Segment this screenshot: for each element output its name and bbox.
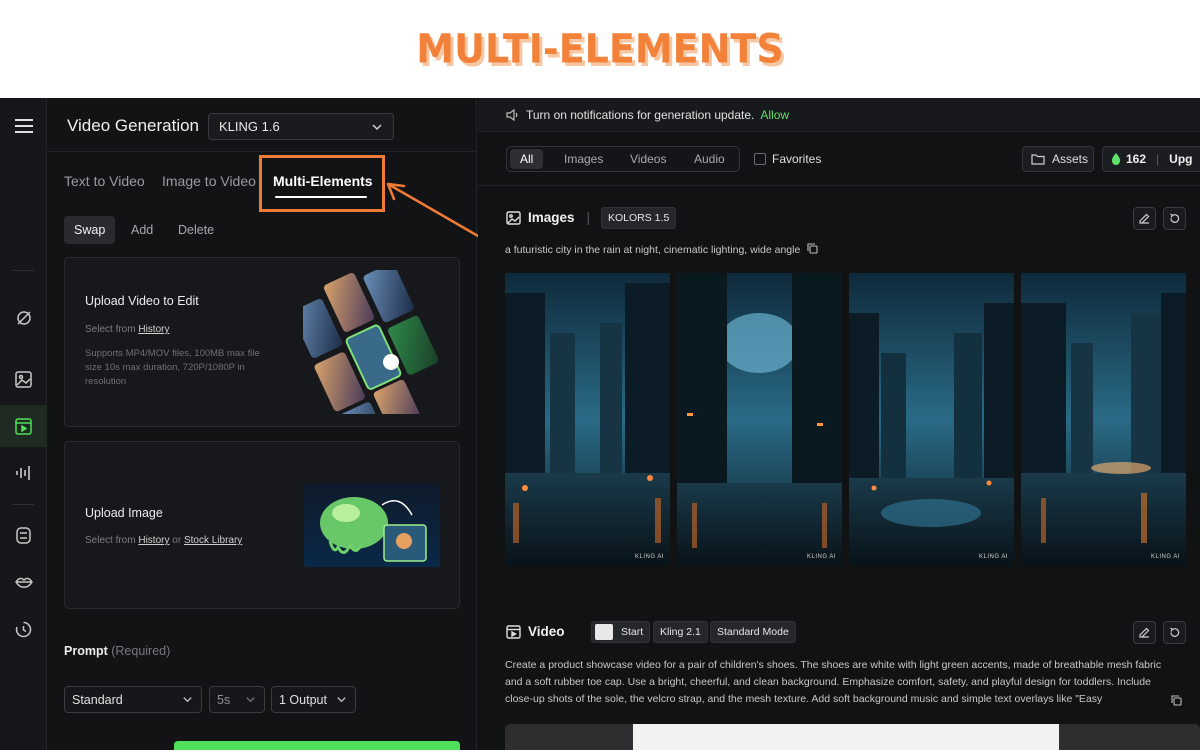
video-prompt: Create a product showcase video for a pa…	[505, 659, 1162, 705]
generated-image-1[interactable]: KLING AI	[505, 273, 670, 566]
pencil-icon	[1139, 213, 1150, 224]
video-mode-badge: Standard Mode	[710, 621, 796, 643]
upgrade-link[interactable]: Upg	[1169, 152, 1192, 166]
credit-drop-icon	[1111, 153, 1121, 165]
tab-image-to-video[interactable]: Image to Video	[162, 173, 256, 189]
video-model-badge: Kling 2.1	[653, 621, 708, 643]
avatar-frame-icon[interactable]	[0, 514, 47, 556]
pencil-icon	[1139, 627, 1150, 638]
filter-audio[interactable]: Audio	[684, 149, 735, 169]
allow-notifications-link[interactable]: Allow	[760, 108, 789, 122]
upload-video-source: Select from History	[85, 324, 170, 335]
model-badge: KOLORS 1.5	[601, 207, 677, 229]
upload-video-card[interactable]: Upload Video to Edit Select from History…	[64, 257, 460, 427]
history-link[interactable]: History	[138, 535, 169, 546]
watermark: KLING AI	[806, 554, 836, 560]
watermark: KLING AI	[978, 554, 1008, 560]
image-icon	[506, 210, 521, 225]
results-area: Turn on notifications for generation upd…	[478, 98, 1200, 750]
refresh-icon	[1170, 627, 1180, 637]
start-frame-badge: Start	[591, 621, 651, 643]
generated-image-3[interactable]: KLING AI	[849, 273, 1014, 566]
edit-button[interactable]	[1133, 207, 1156, 230]
watermark: KLING AI	[634, 554, 664, 560]
swap-button[interactable]: Swap	[64, 216, 116, 244]
model-select[interactable]: KLING 1.6	[208, 113, 394, 140]
video-preview[interactable]	[505, 724, 1200, 750]
duration-select[interactable]: 5s	[209, 686, 265, 713]
panel-title: Video Generation	[67, 116, 200, 135]
media-filter: All Images Videos Audio	[506, 146, 740, 172]
regenerate-button[interactable]	[1163, 621, 1186, 644]
credits-count: 162	[1126, 152, 1147, 166]
assets-button[interactable]: Assets	[1022, 146, 1094, 172]
icon-rail	[0, 98, 47, 750]
magic-brush-icon[interactable]	[0, 297, 47, 339]
image-prompt: a futuristic city in the rain at night, …	[505, 243, 818, 256]
tab-text-to-video[interactable]: Text to Video	[64, 173, 145, 189]
chevron-down-icon	[372, 124, 382, 131]
mode-select[interactable]: Standard	[64, 686, 202, 713]
prompt-label: Prompt (Required)	[64, 644, 171, 658]
stock-library-link[interactable]: Stock Library	[184, 535, 242, 546]
credits-display[interactable]: 162 | Upg	[1102, 146, 1200, 172]
page-banner: MULTI-ELEMENTS	[0, 0, 1200, 98]
edit-button[interactable]	[1133, 621, 1156, 644]
upload-video-title: Upload Video to Edit	[85, 294, 199, 308]
upload-video-illustration	[303, 270, 443, 414]
copy-icon[interactable]	[807, 243, 818, 254]
add-button[interactable]: Add	[121, 216, 163, 244]
notification-text: Turn on notifications for generation upd…	[526, 107, 755, 122]
copy-icon[interactable]	[1171, 695, 1182, 706]
app-window: Video Generation KLING 1.6 Text to Video…	[0, 98, 1200, 750]
notification-bar: Turn on notifications for generation upd…	[478, 98, 1200, 132]
refresh-icon	[1170, 213, 1180, 223]
delete-button[interactable]: Delete	[168, 216, 224, 244]
filter-images[interactable]: Images	[554, 149, 613, 169]
filter-all[interactable]: All	[510, 149, 544, 169]
video-section-title: Video	[506, 624, 565, 639]
start-frame-thumbnail	[595, 624, 613, 640]
regenerate-button[interactable]	[1163, 207, 1186, 230]
images-section-title: Images |	[506, 210, 590, 225]
generate-button[interactable]	[174, 741, 460, 750]
chevron-down-icon	[183, 697, 192, 703]
folder-icon	[1031, 154, 1045, 165]
speaker-icon	[506, 108, 518, 121]
video-icon[interactable]	[0, 405, 47, 447]
image-icon[interactable]	[0, 358, 47, 400]
model-select-value: KLING 1.6	[219, 119, 280, 134]
output-count-select[interactable]: 1 Output	[271, 686, 356, 713]
upload-image-source: Select from History or Stock Library	[85, 535, 243, 546]
highlight-box	[259, 155, 385, 212]
chevron-down-icon	[337, 697, 346, 703]
history-link[interactable]: History	[138, 324, 169, 335]
banner-title: MULTI-ELEMENTS	[416, 25, 784, 73]
upload-image-illustration	[304, 483, 440, 567]
favorites-checkbox[interactable]	[754, 153, 766, 165]
upload-video-requirements: Supports MP4/MOV files, 100MB max file s…	[85, 348, 260, 387]
audio-icon[interactable]	[0, 452, 47, 494]
upload-image-title: Upload Image	[85, 506, 163, 520]
history-icon[interactable]	[0, 608, 47, 650]
favorites-toggle[interactable]: Favorites	[754, 152, 821, 166]
watermark: KLING AI	[1150, 554, 1180, 560]
generated-image-2[interactable]: KLING AI	[677, 273, 842, 566]
required-hint: (Required)	[111, 644, 171, 658]
upload-image-card[interactable]: Upload Image Select from History or Stoc…	[64, 441, 460, 609]
generated-image-4[interactable]: KLING AI	[1021, 273, 1186, 566]
menu-icon[interactable]	[0, 105, 47, 147]
filter-videos[interactable]: Videos	[620, 149, 676, 169]
lips-icon[interactable]	[0, 561, 47, 603]
video-icon	[506, 624, 521, 639]
chevron-down-icon	[246, 697, 255, 703]
